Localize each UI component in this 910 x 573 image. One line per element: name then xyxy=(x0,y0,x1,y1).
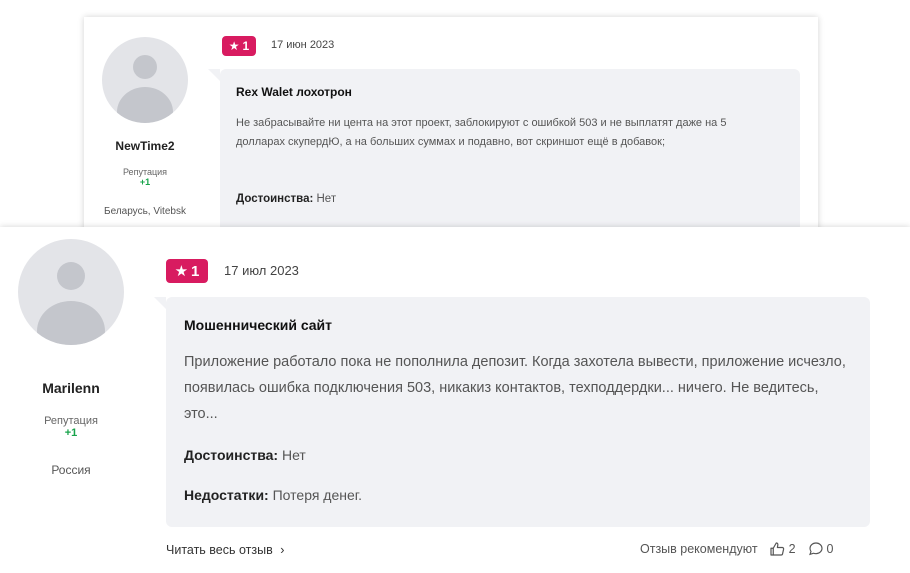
comment-icon xyxy=(808,542,823,556)
review-text: Не забрасывайте ни цента на этот проект,… xyxy=(236,117,727,148)
review-card: NewTime2 Репутация +1 Беларусь, Vitebsk … xyxy=(84,17,818,232)
chevron-right-icon: › xyxy=(280,543,285,557)
review-title[interactable]: Rex Walet лохотрон xyxy=(236,85,352,99)
review-footer-actions: Отзыв рекомендуют 2 0 xyxy=(640,540,833,558)
pros-label: Достоинства: xyxy=(236,193,314,205)
recommend-label: Отзыв рекомендуют xyxy=(640,542,758,556)
comment-count: 0 xyxy=(826,542,834,556)
avatar[interactable] xyxy=(18,239,124,345)
comment-button[interactable]: 0 xyxy=(808,541,834,557)
avatar-body-shape xyxy=(37,301,105,345)
avatar-body-shape xyxy=(117,87,173,123)
review-pros: Достоинства: Нет xyxy=(184,447,306,463)
avatar-placeholder-icon xyxy=(133,55,157,79)
rating-value: 1 xyxy=(191,262,200,280)
user-location: Россия xyxy=(51,463,91,477)
cons-label: Недостатки: xyxy=(184,487,269,503)
like-count: 2 xyxy=(788,542,796,556)
reputation-label: Репутация xyxy=(44,415,98,427)
pros-label: Достоинства: xyxy=(184,447,279,463)
reputation-label: Репутация xyxy=(122,167,168,177)
rating-badge: ★ 1 xyxy=(222,36,256,56)
review-card: Marilenn Репутация +1 Россия ★ 1 17 июл 2… xyxy=(0,227,910,573)
like-button[interactable]: 2 xyxy=(768,540,796,558)
username[interactable]: Marilenn xyxy=(0,380,142,396)
user-location: Беларусь, Vitebsk xyxy=(104,206,186,217)
star-icon: ★ xyxy=(228,39,240,53)
rating-value: 1 xyxy=(242,39,250,53)
rating-badge: ★ 1 xyxy=(166,259,208,283)
reputation: Репутация +1 xyxy=(84,167,206,187)
review-cons: Недостатки: Потеря денег. xyxy=(184,487,362,503)
pros-value: Нет xyxy=(282,447,306,463)
reputation-value: +1 xyxy=(139,177,151,187)
username[interactable]: NewTime2 xyxy=(84,139,206,153)
reputation-value: +1 xyxy=(64,427,78,439)
review-date: 17 июн 2023 xyxy=(271,39,335,51)
avatar-placeholder-icon xyxy=(57,262,85,290)
read-full-review-label: Читать весь отзыв xyxy=(166,543,273,557)
star-icon: ★ xyxy=(174,263,189,280)
review-date: 17 июл 2023 xyxy=(224,263,299,278)
read-full-review-link[interactable]: Читать весь отзыв › xyxy=(166,543,284,557)
avatar[interactable] xyxy=(102,37,188,123)
review-bubble: Мошеннический сайт Приложение работало п… xyxy=(154,297,870,527)
cons-value: Потеря денег. xyxy=(272,487,363,503)
thumbs-up-icon xyxy=(769,542,784,556)
review-text: Приложение работало пока не пополнила де… xyxy=(184,354,846,422)
reputation: Репутация +1 xyxy=(0,415,142,439)
review-pros: Достоинства: Нет xyxy=(236,193,336,205)
review-title[interactable]: Мошеннический сайт xyxy=(184,317,332,333)
pros-value: Нет xyxy=(316,193,337,205)
review-bubble: Rex Walet лохотрон Не забрасывайте ни це… xyxy=(208,69,800,232)
